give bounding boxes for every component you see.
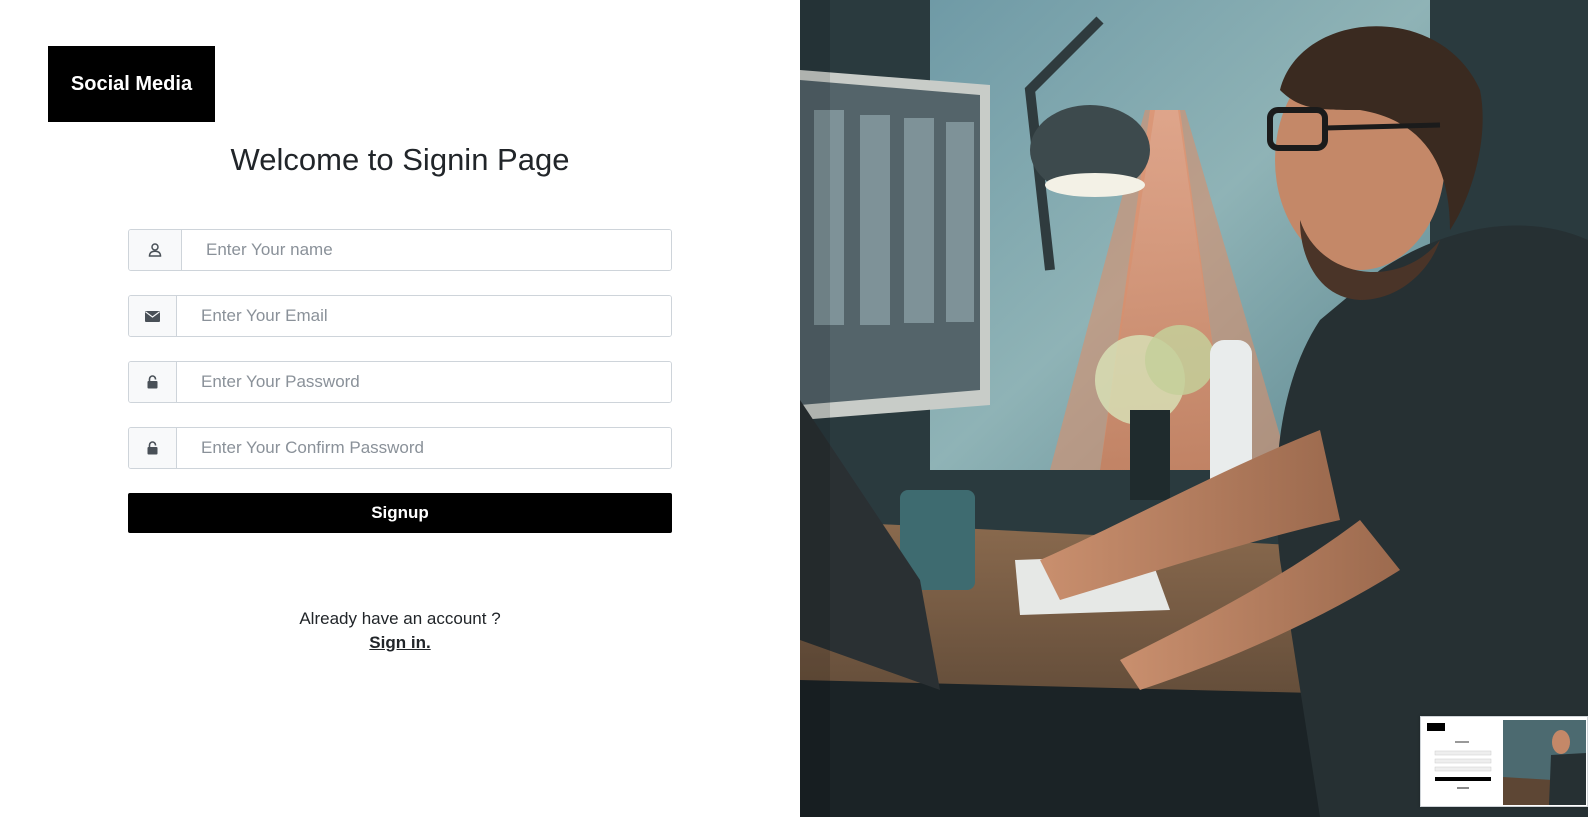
- email-input[interactable]: [177, 296, 671, 336]
- page-title: Welcome to Signin Page: [230, 142, 570, 177]
- page-preview-thumbnail[interactable]: [1420, 716, 1588, 807]
- brand-logo[interactable]: Social Media: [48, 46, 215, 122]
- hero-photo: [800, 0, 1588, 817]
- name-input[interactable]: [182, 230, 671, 270]
- signin-link[interactable]: Sign in.: [369, 633, 430, 652]
- signup-panel: Social Media Welcome to Signin Page Ente…: [0, 0, 800, 817]
- confirm-password-field-group: [128, 427, 672, 469]
- confirm-password-input[interactable]: [177, 428, 671, 468]
- signup-form: Signup: [128, 229, 672, 533]
- man-at-desk-with-monitor-photo: [800, 0, 1588, 817]
- signup-page: Social Media Welcome to Signin Page Ente…: [0, 0, 1588, 817]
- user-icon: [129, 230, 182, 270]
- password-field-group: [128, 361, 672, 403]
- lock-icon: [129, 428, 177, 468]
- envelope-icon: [129, 296, 177, 336]
- name-field-group: [128, 229, 672, 271]
- email-field-group: [128, 295, 672, 337]
- password-input[interactable]: [177, 362, 671, 402]
- lock-icon: [129, 362, 177, 402]
- brand-label: Social Media: [70, 72, 193, 95]
- signin-prompt-text: Already have an account ?: [299, 609, 501, 628]
- signin-prompt: Already have an account ? Sign in.: [0, 607, 800, 655]
- signup-button[interactable]: Signup: [128, 493, 672, 533]
